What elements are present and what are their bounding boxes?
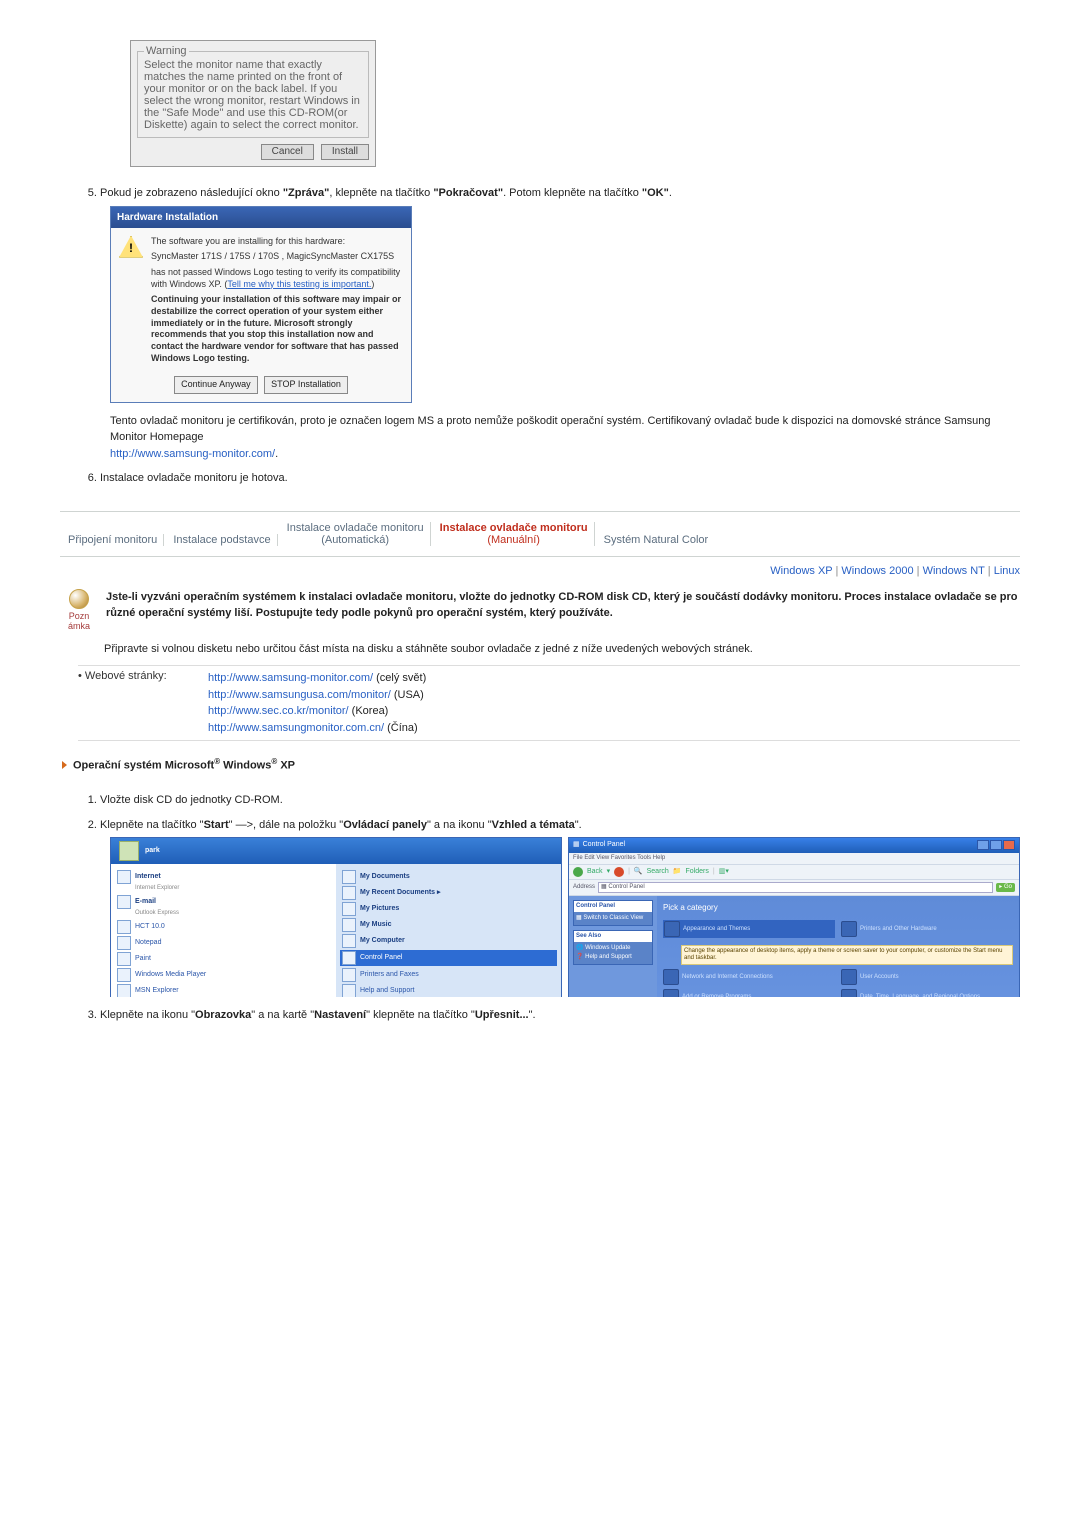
tell-me-why-link[interactable]: Tell me why this testing is important. bbox=[227, 279, 371, 289]
note-icon: Pozn ámka bbox=[60, 589, 98, 631]
xp-step-3: Klepněte na ikonu "Obrazovka" a na kartě… bbox=[100, 1007, 1020, 1024]
web-link[interactable]: http://www.sec.co.kr/monitor/ bbox=[208, 705, 349, 717]
warning-triangle-icon bbox=[119, 236, 143, 258]
os-2000-link[interactable]: Windows 2000 bbox=[841, 565, 913, 577]
start-menu-item[interactable]: Internet bbox=[117, 870, 330, 884]
samsung-monitor-link[interactable]: http://www.samsung-monitor.com/ bbox=[110, 448, 275, 460]
start-menu-item[interactable]: Notepad bbox=[117, 936, 330, 950]
start-menu-item[interactable]: Printers and Faxes bbox=[342, 968, 555, 982]
section-divider bbox=[60, 511, 1020, 512]
start-menu-item[interactable]: Control Panel bbox=[340, 950, 557, 966]
start-menu-item[interactable]: HCT 10.0 bbox=[117, 920, 330, 934]
control-panel-category[interactable]: Printers and Other Hardware bbox=[841, 920, 1013, 938]
tab-driver-auto[interactable]: Instalace ovladače monitoru (Automatická… bbox=[281, 522, 431, 546]
stop-installation-button[interactable]: STOP Installation bbox=[264, 376, 348, 394]
xp-step-1: Vložte disk CD do jednotky CD-ROM. bbox=[100, 792, 1020, 809]
web-links-row: Webové stránky: http://www.samsung-monit… bbox=[78, 665, 1020, 741]
os-anchor-links: Windows XP | Windows 2000 | Windows NT |… bbox=[60, 565, 1020, 577]
control-panel-category[interactable]: Add or Remove Programs bbox=[663, 989, 835, 997]
start-menu-item[interactable]: MSN Explorer bbox=[117, 984, 330, 997]
step-6: Instalace ovladače monitoru je hotova. bbox=[100, 470, 1020, 487]
tab-driver-manual[interactable]: Instalace ovladače monitoru (Manuální) bbox=[434, 522, 595, 546]
control-panel-category[interactable]: Network and Internet Connections bbox=[663, 969, 835, 985]
control-panel-screenshot: ▦Control Panel File Edit View Favorites … bbox=[568, 837, 1020, 997]
chevron-right-icon bbox=[62, 761, 67, 769]
os-linux-link[interactable]: Linux bbox=[994, 565, 1020, 577]
hardware-installation-dialog: Hardware Installation The software you a… bbox=[110, 206, 412, 403]
web-link[interactable]: http://www.samsungusa.com/monitor/ bbox=[208, 689, 391, 701]
step-5: Pokud je zobrazeno následující okno "Zpr… bbox=[100, 185, 1020, 462]
start-menu-item[interactable]: My Computer bbox=[342, 934, 555, 948]
xp-step-2: Klepněte na tlačítko "Start" —>, dále na… bbox=[100, 817, 1020, 998]
start-menu-item[interactable]: My Documents bbox=[342, 870, 555, 884]
control-panel-category[interactable]: Date, Time, Language, and Regional Optio… bbox=[841, 989, 1013, 997]
start-menu-item[interactable]: Help and Support bbox=[342, 984, 555, 997]
control-panel-category[interactable]: User Accounts bbox=[841, 969, 1013, 985]
tooltip: Change the appearance of desktop items, … bbox=[681, 945, 1013, 965]
pin-icon bbox=[69, 589, 89, 609]
tab-connection[interactable]: Připojení monitoru bbox=[62, 534, 164, 546]
note-box: Pozn ámka Jste-li vyzváni operačním syst… bbox=[60, 589, 1020, 631]
start-menu-item[interactable]: My Pictures bbox=[342, 902, 555, 916]
cert-paragraph: Tento ovladač monitoru je certifikován, … bbox=[110, 413, 1020, 463]
avatar-icon bbox=[119, 841, 139, 861]
install-button[interactable]: Install bbox=[321, 144, 369, 160]
warning-text: Select the monitor name that exactly mat… bbox=[144, 59, 362, 131]
control-panel-category[interactable]: Appearance and Themes bbox=[663, 920, 835, 938]
tab-strip: Připojení monitoru Instalace podstavce I… bbox=[60, 518, 1020, 557]
start-menu-item[interactable]: My Recent Documents ▸ bbox=[342, 886, 555, 900]
start-menu-item[interactable]: Windows Media Player bbox=[117, 968, 330, 982]
os-xp-link[interactable]: Windows XP bbox=[770, 565, 832, 577]
cancel-button[interactable]: Cancel bbox=[261, 144, 314, 160]
web-link[interactable]: http://www.samsungmonitor.com.cn/ bbox=[208, 722, 384, 734]
start-menu-item[interactable]: E-mail bbox=[117, 895, 330, 909]
continue-anyway-button[interactable]: Continue Anyway bbox=[174, 376, 258, 394]
tab-natural-color[interactable]: Systém Natural Color bbox=[598, 534, 715, 546]
warning-dialog: Warning Select the monitor name that exa… bbox=[130, 40, 376, 167]
prepare-paragraph: Připravte si volnou disketu nebo určitou… bbox=[104, 641, 1020, 658]
web-link[interactable]: http://www.samsung-monitor.com/ bbox=[208, 672, 373, 684]
start-menu-screenshot: park InternetInternet ExplorerE-mailOutl… bbox=[110, 837, 562, 997]
tab-stand[interactable]: Instalace podstavce bbox=[167, 534, 277, 546]
start-menu-item[interactable]: Paint bbox=[117, 952, 330, 966]
dialog-title: Hardware Installation bbox=[111, 207, 411, 228]
os-nt-link[interactable]: Windows NT bbox=[923, 565, 985, 577]
warning-legend: Warning bbox=[144, 45, 189, 57]
web-links-label: Webové stránky: bbox=[78, 670, 208, 736]
section-heading-xp: Operační systém Microsoft® Windows® XP bbox=[60, 757, 1020, 772]
note-text: Jste-li vyzváni operačním systémem k ins… bbox=[106, 589, 1020, 631]
start-menu-item[interactable]: My Music bbox=[342, 918, 555, 932]
